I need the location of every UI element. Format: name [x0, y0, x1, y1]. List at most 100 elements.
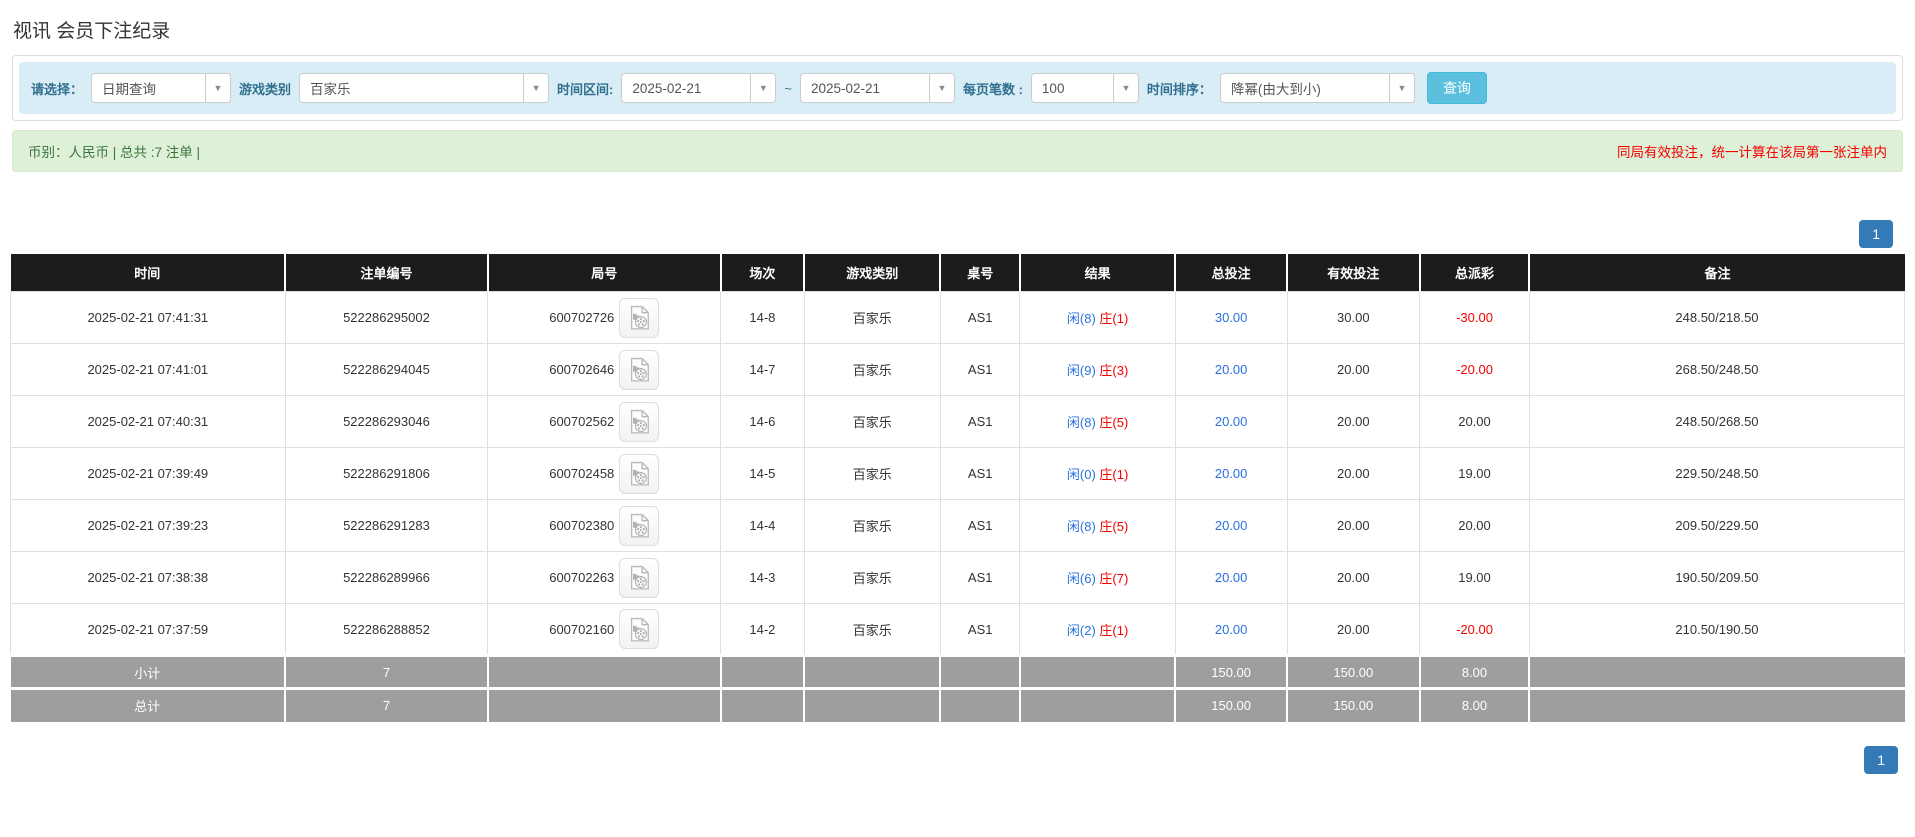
total-bet-link[interactable]: 20.00 [1215, 622, 1248, 637]
table-row: 2025-02-21 07:41:01 522286294045 600702646… [10, 343, 1906, 396]
search-button[interactable]: 查询 [1426, 72, 1487, 104]
video-file-icon [629, 461, 650, 486]
total-bet-link[interactable]: 30.00 [1215, 310, 1248, 325]
cell-valid-bet: 20.00 [1286, 499, 1421, 552]
per-page-select[interactable]: 100 ▼ [1030, 73, 1139, 103]
video-record-button[interactable] [619, 609, 660, 649]
cell-bet-id: 522286289966 [284, 551, 489, 604]
cell-time: 2025-02-21 07:40:31 [10, 395, 286, 448]
table-header: 时间 注单编号 局号 场次 游戏类别 桌号 结果 总投注 有效投注 总派彩 备注 [10, 254, 1905, 292]
total-bet-link[interactable]: 20.00 [1215, 466, 1248, 481]
subtotal-row-cell-6 [1018, 654, 1176, 689]
column-header-9: 总派彩 [1418, 254, 1530, 292]
video-file-icon [629, 357, 650, 382]
cell-payout: -20.00 [1419, 603, 1530, 656]
cell-time: 2025-02-21 07:41:31 [10, 291, 286, 344]
cell-game: 百家乐 [803, 343, 941, 396]
cell-game: 百家乐 [803, 291, 941, 344]
cell-bet-id: 522286288852 [284, 603, 489, 656]
query-type-select[interactable]: 日期查询 ▼ [91, 73, 232, 103]
total-row-cell-2 [486, 687, 721, 722]
video-record-button[interactable] [619, 349, 660, 390]
result-banker: 庄(1) [1099, 311, 1129, 326]
column-header-10: 备注 [1528, 254, 1905, 292]
subtotal-row-cell-2 [486, 654, 721, 689]
column-header-2: 局号 [486, 254, 721, 292]
cell-note: 268.50/248.50 [1528, 343, 1906, 396]
cell-round-id: 600702160 [487, 603, 722, 656]
cell-round-id: 600702562 [487, 395, 722, 448]
cell-table-no: AS1 [939, 343, 1021, 396]
cell-table-no: AS1 [939, 447, 1021, 500]
chevron-down-icon: ▼ [523, 74, 549, 102]
total-row-cell-3 [719, 687, 805, 722]
video-file-icon [629, 565, 650, 590]
total-row-cell-6 [1018, 687, 1176, 722]
cell-payout: -20.00 [1419, 343, 1530, 396]
cell-total-bet: 20.00 [1174, 499, 1288, 552]
cell-result: 闲(8) 庄(5) [1019, 499, 1176, 552]
result-banker: 庄(1) [1099, 467, 1129, 482]
game-type-select[interactable]: 百家乐 ▼ [299, 73, 550, 103]
cell-valid-bet: 20.00 [1286, 603, 1421, 656]
video-record-button[interactable] [619, 453, 660, 494]
total-bet-link[interactable]: 20.00 [1215, 570, 1248, 585]
video-file-icon [629, 617, 650, 642]
cell-valid-bet: 20.00 [1286, 343, 1421, 396]
page-1-button[interactable]: 1 [1864, 745, 1898, 774]
cell-note: 229.50/248.50 [1528, 447, 1906, 500]
cell-session: 14-5 [720, 447, 805, 500]
column-header-8: 有效投注 [1286, 254, 1420, 292]
result-player: 闲(0) [1066, 467, 1096, 482]
cell-total-bet: 20.00 [1174, 447, 1288, 500]
round-number: 600702263 [549, 570, 615, 585]
cell-total-bet: 20.00 [1174, 603, 1288, 656]
cell-note: 190.50/209.50 [1528, 551, 1906, 604]
cell-payout: 20.00 [1419, 395, 1530, 448]
total-row-cell-8: 150.00 [1286, 687, 1420, 722]
table-row: 2025-02-21 07:37:59 522286288852 600702160… [10, 603, 1906, 656]
total-row-cell-5 [939, 687, 1020, 722]
total-row-cell-7: 150.00 [1174, 687, 1287, 722]
cell-session: 14-8 [720, 291, 805, 344]
chevron-down-icon: ▼ [928, 74, 954, 102]
column-header-1: 注单编号 [284, 254, 488, 292]
cell-session: 14-7 [720, 343, 805, 396]
page-1-button[interactable]: 1 [1859, 220, 1893, 248]
video-record-button[interactable] [619, 557, 660, 598]
result-player: 闲(8) [1066, 415, 1096, 430]
cell-round-id: 600702458 [487, 447, 722, 500]
video-record-button[interactable] [619, 401, 660, 442]
total-bet-link[interactable]: 20.00 [1215, 362, 1248, 377]
chevron-down-icon: ▼ [1388, 74, 1414, 102]
currency-total-text: 币别：人民币 | 总共 :7 注单 | [28, 145, 201, 160]
column-header-3: 场次 [719, 254, 805, 292]
total-bet-link[interactable]: 20.00 [1215, 414, 1248, 429]
round-number: 600702562 [549, 414, 615, 429]
cell-time: 2025-02-21 07:39:23 [10, 499, 286, 552]
date-from-select[interactable]: 2025-02-21 ▼ [621, 73, 777, 103]
pagination-top: 1 [0, 220, 1893, 248]
cell-round-id: 600702380 [487, 499, 722, 552]
video-record-button[interactable] [619, 297, 660, 338]
total-bet-link[interactable]: 20.00 [1215, 518, 1248, 533]
result-player: 闲(2) [1066, 622, 1096, 638]
cell-note: 209.50/229.50 [1528, 499, 1906, 552]
date-to-select[interactable]: 2025-02-21 ▼ [799, 73, 955, 103]
pagination-bottom: 1 [0, 745, 1898, 774]
result-banker: 庄(7) [1099, 571, 1129, 586]
cell-table-no: AS1 [939, 291, 1021, 344]
cell-game: 百家乐 [803, 395, 941, 448]
summary-alert: 币别：人民币 | 总共 :7 注单 | 同局有效投注，统一计算在该局第一张注单内 [12, 130, 1903, 172]
total-row-cell-0: 总计 [10, 687, 286, 722]
video-record-button[interactable] [619, 505, 660, 546]
sort-order-select[interactable]: 降幂(由大到小) ▼ [1219, 73, 1415, 103]
cell-payout: 20.00 [1419, 499, 1530, 552]
cell-bet-id: 522286295002 [284, 291, 489, 344]
table-row: 2025-02-21 07:40:31 522286293046 600702562… [10, 395, 1906, 448]
result-banker: 庄(5) [1099, 415, 1129, 430]
cell-bet-id: 522286293046 [284, 395, 489, 448]
range-separator: ~ [784, 80, 792, 96]
round-number: 600702646 [549, 362, 615, 377]
subtotal-row: 小计 7 150.00 150.00 8.00 [10, 654, 1905, 689]
